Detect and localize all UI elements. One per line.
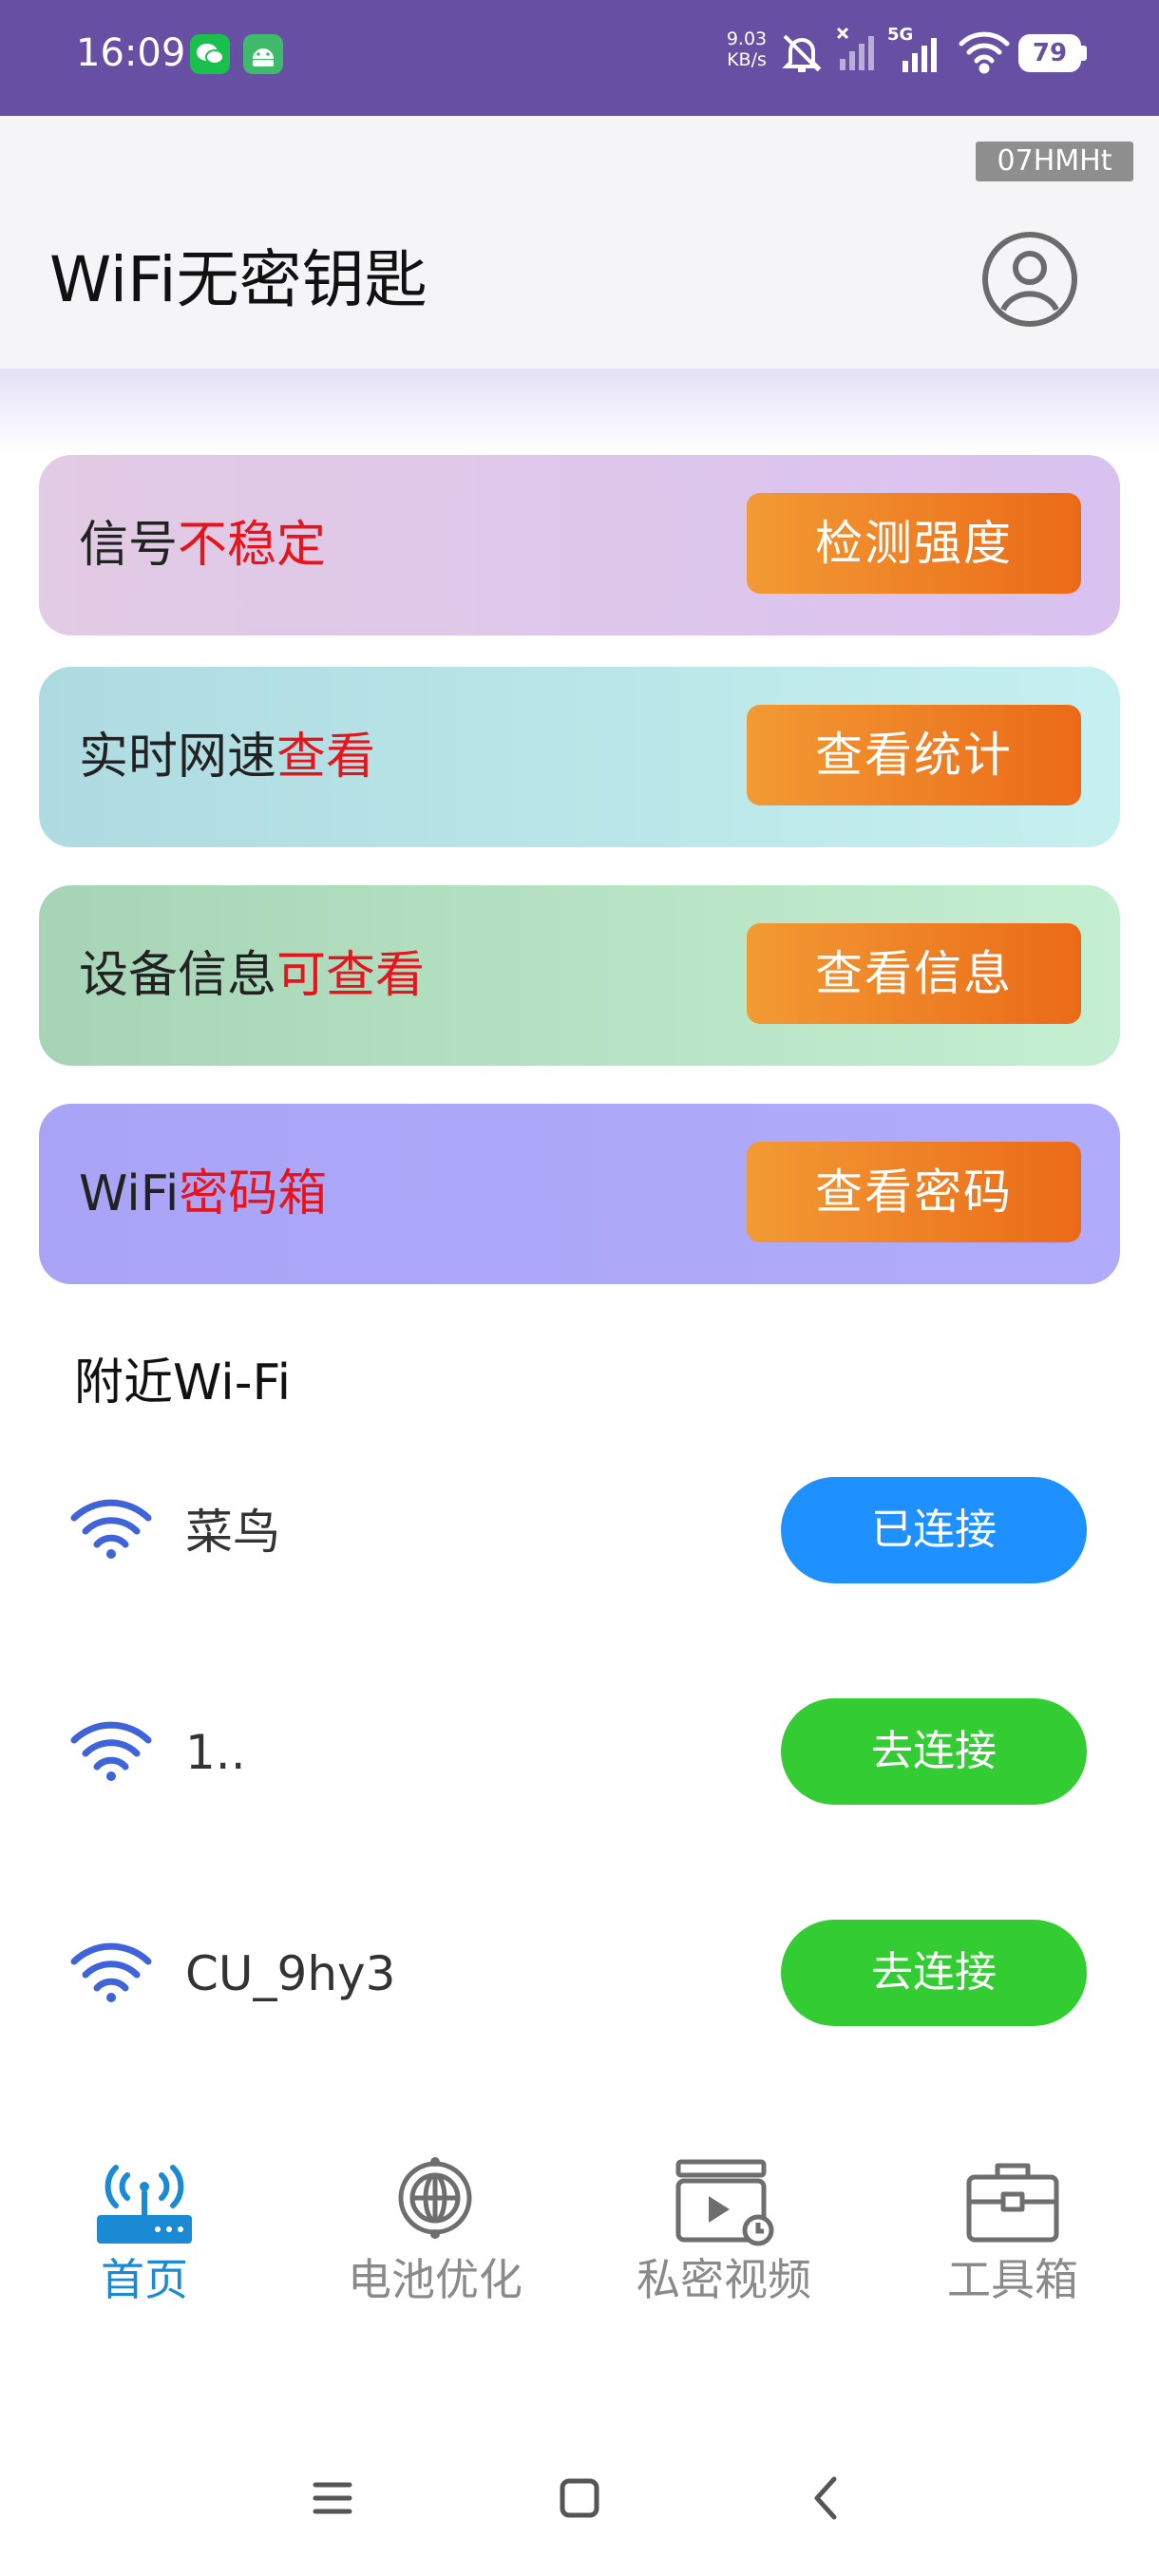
wifi-name: 菜鸟 (185, 1505, 280, 1560)
view-password-button[interactable]: 查看密码 (747, 1142, 1081, 1242)
signal-sim1-icon (836, 27, 882, 78)
password-box-card: WiFi密码箱 查看密码 (39, 1104, 1120, 1284)
nav-private-video[interactable]: 私密视频 (581, 2251, 866, 2308)
device-info-card-label: 设备信息可查看 (79, 947, 426, 1004)
status-time: 16:09 (76, 31, 186, 75)
connect-button[interactable]: 去连接 (781, 1920, 1087, 2026)
connected-button[interactable]: 已连接 (781, 1477, 1087, 1583)
home-square-icon[interactable] (551, 2470, 608, 2527)
password-box-card-label: WiFi密码箱 (79, 1165, 328, 1222)
device-info-card: 设备信息可查看 查看信息 (39, 885, 1120, 1066)
router-icon[interactable] (91, 2154, 198, 2249)
speed-card: 实时网速查看 查看统计 (39, 667, 1120, 847)
back-icon[interactable] (798, 2470, 855, 2527)
header-divider (0, 369, 1159, 454)
profile-avatar-icon[interactable] (980, 230, 1079, 329)
nearby-wifi-title: 附近Wi-Fi (74, 1354, 292, 1411)
video-icon[interactable] (671, 2154, 777, 2249)
android-icon (243, 34, 283, 74)
connect-button[interactable]: 去连接 (781, 1698, 1087, 1805)
signal-card: 信号不稳定 检测强度 (39, 455, 1120, 635)
wifi-signal-icon (68, 1942, 154, 2005)
signal-sim2-icon (899, 28, 944, 80)
wechat-icon (190, 34, 230, 74)
toolbox-icon[interactable] (960, 2154, 1066, 2249)
nav-toolbox[interactable]: 工具箱 (870, 2251, 1155, 2308)
signal-card-label: 信号不稳定 (79, 517, 327, 574)
wifi-signal-icon (68, 1499, 154, 1562)
battery-level: 79 (1018, 34, 1081, 72)
wifi-signal-icon (68, 1721, 154, 1784)
check-strength-button[interactable]: 检测强度 (747, 493, 1081, 594)
wifi-name: CU_9hy3 (185, 1946, 396, 2001)
globe-icon[interactable] (382, 2150, 488, 2245)
wifi-status-icon (958, 30, 1011, 78)
nav-home[interactable]: 首页 (2, 2251, 287, 2308)
page-title: WiFi无密钥匙 (49, 243, 428, 316)
speed-card-label: 实时网速查看 (79, 729, 376, 786)
view-stats-button[interactable]: 查看统计 (747, 705, 1081, 805)
view-info-button[interactable]: 查看信息 (747, 923, 1081, 1024)
wifi-name: 1.. (185, 1725, 246, 1780)
network-speed: 9.03 KB/s (726, 28, 768, 70)
battery-icon (1081, 46, 1087, 61)
bell-off-icon (777, 28, 826, 82)
nav-battery-optimize[interactable]: 电池优化 (293, 2251, 578, 2308)
build-tag: 07HMHt (976, 142, 1133, 181)
menu-icon[interactable] (304, 2470, 361, 2527)
